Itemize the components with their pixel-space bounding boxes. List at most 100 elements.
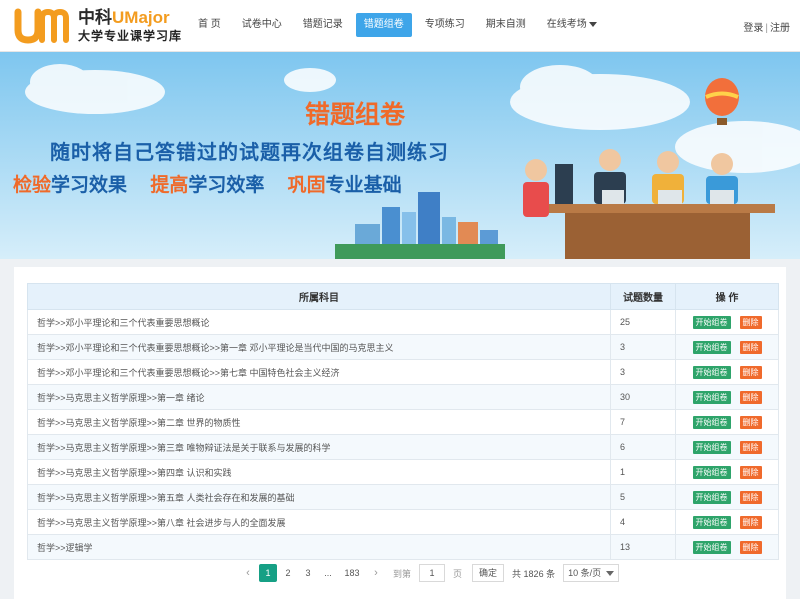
header-count: 试题数量 xyxy=(610,283,676,310)
row-count: 7 xyxy=(610,409,676,435)
page-2[interactable]: 2 xyxy=(279,564,297,582)
nav-special-practice[interactable]: 专项练习 xyxy=(417,13,473,37)
banner-title: 错题组卷 xyxy=(305,101,406,129)
page-3[interactable]: 3 xyxy=(299,564,317,582)
site-logo[interactable]: 中科UMajor 大学专业课学习库 xyxy=(14,6,184,46)
slogan-2: 提高学习效率 xyxy=(150,175,265,196)
logo-tagline: 大学专业课学习库 xyxy=(78,29,183,43)
row-count: 5 xyxy=(610,484,676,510)
row-count: 25 xyxy=(610,309,676,335)
page-size-select[interactable]: 10 条/页 xyxy=(563,564,619,582)
delete-button[interactable]: 删除 xyxy=(739,465,762,479)
auth-links: 登录 | 注册 xyxy=(743,19,790,34)
start-compose-button[interactable]: 开始组卷 xyxy=(692,515,731,529)
caret-down-icon xyxy=(588,21,597,27)
table-row: 哲学>>马克思主义哲学原理>>第八章 社会进步与人的全面发展 4 开始组卷 删除 xyxy=(27,509,779,535)
logo-brand-cn: 中科 xyxy=(78,8,112,27)
delete-button[interactable]: 删除 xyxy=(739,490,762,504)
prev-page-icon[interactable]: ‹ xyxy=(239,564,257,582)
logo-brand-en: UMajor xyxy=(112,8,170,27)
row-subject: 哲学>>逻辑学 xyxy=(27,534,611,560)
row-subject: 哲学>>邓小平理论和三个代表重要思想概论 xyxy=(27,309,611,335)
row-subject: 哲学>>马克思主义哲学原理>>第八章 社会进步与人的全面发展 xyxy=(27,509,611,535)
page-unit-label: 页 xyxy=(453,568,463,579)
banner-slogans: 检验学习效果 提高学习效率 巩固专业基础 xyxy=(13,170,420,197)
nav-wrong-compose[interactable]: 错题组卷 xyxy=(355,13,412,37)
table-row: 哲学>>邓小平理论和三个代表重要思想概论>>第一章 邓小平理论是当代中国的马克思… xyxy=(27,334,779,360)
delete-button[interactable]: 删除 xyxy=(739,365,762,379)
slogan-3: 巩固专业基础 xyxy=(287,175,402,196)
row-count: 4 xyxy=(610,509,676,535)
header-ops: 操 作 xyxy=(675,283,779,310)
city-skyline-icon xyxy=(335,192,505,259)
start-compose-button[interactable]: 开始组卷 xyxy=(692,390,731,404)
start-compose-button[interactable]: 开始组卷 xyxy=(692,465,731,479)
top-header: 中科UMajor 大学专业课学习库 首 页 试卷中心 错题记录 错题组卷 专项练… xyxy=(0,0,800,52)
row-subject: 哲学>>邓小平理论和三个代表重要思想概论>>第七章 中国特色社会主义经济 xyxy=(27,359,611,385)
row-subject: 哲学>>马克思主义哲学原理>>第四章 认识和实践 xyxy=(27,459,611,485)
pagination: ‹ 1 2 3 ... 183 › 到第 1 页 确定 共 1826 条 10 … xyxy=(239,564,619,582)
next-page-icon[interactable]: › xyxy=(367,564,385,582)
header-subject: 所属科目 xyxy=(27,283,611,310)
wrong-question-card: 所属科目 试题数量 操 作 哲学>>邓小平理论和三个代表重要思想概论 25 开始… xyxy=(14,267,786,599)
row-count: 30 xyxy=(610,384,676,410)
register-link[interactable]: 注册 xyxy=(770,23,790,34)
start-compose-button[interactable]: 开始组卷 xyxy=(692,490,731,504)
page-last[interactable]: 183 xyxy=(343,564,361,582)
start-compose-button[interactable]: 开始组卷 xyxy=(692,365,731,379)
start-compose-button[interactable]: 开始组卷 xyxy=(692,440,731,454)
hero-banner: 错题组卷 随时将自己答错过的试题再次组卷自测练习 检验学习效果 提高学习效率 巩… xyxy=(0,52,800,259)
goto-label: 到第 xyxy=(393,568,412,579)
row-count: 3 xyxy=(610,334,676,360)
table-row: 哲学>>逻辑学 13 开始组卷 删除 xyxy=(27,534,779,560)
nav-online-exam[interactable]: 在线考场 xyxy=(539,13,605,37)
row-count: 3 xyxy=(610,359,676,385)
auth-separator: | xyxy=(765,23,768,34)
row-subject: 哲学>>马克思主义哲学原理>>第五章 人类社会存在和发展的基础 xyxy=(27,484,611,510)
total-count: 共 1826 条 xyxy=(512,568,556,579)
delete-button[interactable]: 删除 xyxy=(739,515,762,529)
main-nav: 首 页 试卷中心 错题记录 错题组卷 专项练习 期末自测 在线考场 xyxy=(190,13,610,37)
subject-table: 所属科目 试题数量 操 作 哲学>>邓小平理论和三个代表重要思想概论 25 开始… xyxy=(27,283,779,560)
page-1[interactable]: 1 xyxy=(259,564,277,582)
table-row: 哲学>>马克思主义哲学原理>>第四章 认识和实践 1 开始组卷 删除 xyxy=(27,459,779,485)
start-compose-button[interactable]: 开始组卷 xyxy=(692,340,731,354)
banner-subtitle: 随时将自己答错过的试题再次组卷自测练习 xyxy=(50,142,449,164)
nav-home[interactable]: 首 页 xyxy=(190,13,229,37)
row-subject: 哲学>>马克思主义哲学原理>>第一章 绪论 xyxy=(27,384,611,410)
delete-button[interactable]: 删除 xyxy=(739,340,762,354)
row-count: 1 xyxy=(610,459,676,485)
umajor-logo-icon xyxy=(14,8,69,44)
start-compose-button[interactable]: 开始组卷 xyxy=(692,540,731,554)
start-compose-button[interactable]: 开始组卷 xyxy=(692,315,731,329)
table-row: 哲学>>马克思主义哲学原理>>第三章 唯物辩证法是关于联系与发展的科学 6 开始… xyxy=(27,434,779,460)
chevron-down-icon xyxy=(605,571,614,577)
slogan-1: 检验学习效果 xyxy=(13,175,128,196)
row-count: 13 xyxy=(610,534,676,560)
page-ellipsis: ... xyxy=(324,568,332,578)
delete-button[interactable]: 删除 xyxy=(739,390,762,404)
table-row: 哲学>>马克思主义哲学原理>>第二章 世界的物质性 7 开始组卷 删除 xyxy=(27,409,779,435)
delete-button[interactable]: 删除 xyxy=(739,540,762,554)
row-subject: 哲学>>马克思主义哲学原理>>第三章 唯物辩证法是关于联系与发展的科学 xyxy=(27,434,611,460)
delete-button[interactable]: 删除 xyxy=(739,415,762,429)
row-subject: 哲学>>马克思主义哲学原理>>第二章 世界的物质性 xyxy=(27,409,611,435)
delete-button[interactable]: 删除 xyxy=(739,440,762,454)
table-row: 哲学>>邓小平理论和三个代表重要思想概论 25 开始组卷 删除 xyxy=(27,309,779,335)
row-subject: 哲学>>邓小平理论和三个代表重要思想概论>>第一章 邓小平理论是当代中国的马克思… xyxy=(27,334,611,360)
row-count: 6 xyxy=(610,434,676,460)
login-link[interactable]: 登录 xyxy=(743,23,763,34)
nav-exam-center[interactable]: 试卷中心 xyxy=(234,13,290,37)
page-size-value: 10 条/页 xyxy=(568,568,602,578)
table-row: 哲学>>马克思主义哲学原理>>第五章 人类社会存在和发展的基础 5 开始组卷 删除 xyxy=(27,484,779,510)
delete-button[interactable]: 删除 xyxy=(739,315,762,329)
start-compose-button[interactable]: 开始组卷 xyxy=(692,415,731,429)
nav-wrong-records[interactable]: 错题记录 xyxy=(295,13,351,37)
nav-final-test[interactable]: 期末自测 xyxy=(478,13,534,37)
nav-online-exam-label: 在线考场 xyxy=(546,19,587,30)
goto-page-input[interactable]: 1 xyxy=(419,564,446,582)
table-header-row: 所属科目 试题数量 操 作 xyxy=(27,283,779,310)
table-row: 哲学>>马克思主义哲学原理>>第一章 绪论 30 开始组卷 删除 xyxy=(27,384,779,410)
goto-confirm-button[interactable]: 确定 xyxy=(472,564,505,582)
hot-air-balloon-icon xyxy=(705,78,739,125)
